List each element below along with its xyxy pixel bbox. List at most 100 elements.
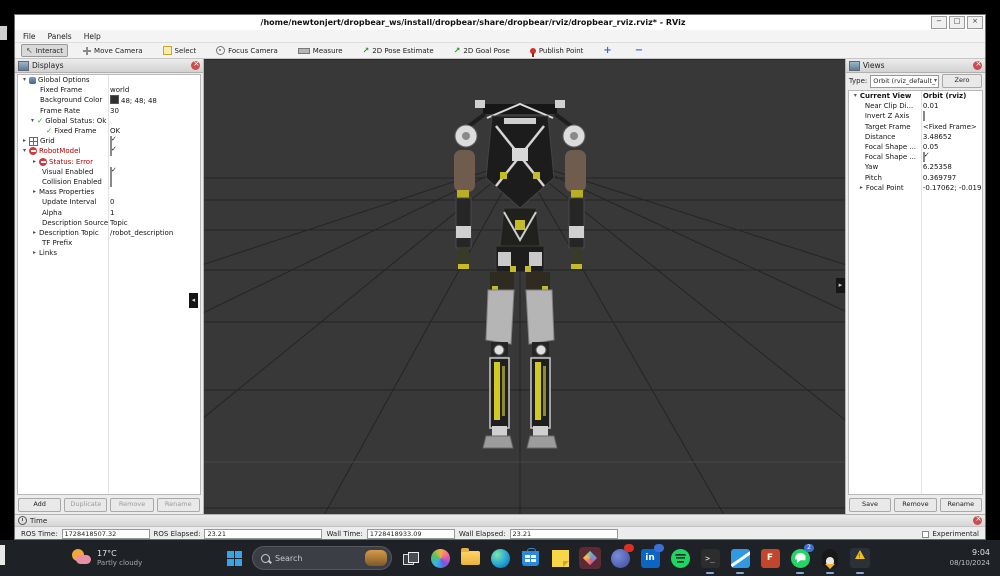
menu-panels[interactable]: Panels: [48, 32, 72, 41]
wall-time-field[interactable]: 1728418933.09: [367, 529, 455, 539]
collision-enabled-checkbox[interactable]: [110, 177, 112, 187]
expander-icon[interactable]: [857, 183, 866, 193]
add-button[interactable]: Add: [18, 498, 61, 512]
start-button[interactable]: [222, 546, 246, 570]
files-app-button[interactable]: F: [758, 546, 782, 570]
ros-time-field[interactable]: 1728418507.32: [62, 529, 150, 539]
tree-row[interactable]: Background Color48; 48; 48: [18, 95, 200, 105]
sticky-notes-button[interactable]: [548, 546, 572, 570]
views-tree[interactable]: Current ViewOrbit (rviz) Near Clip Di...…: [848, 90, 983, 495]
photos-button[interactable]: [578, 546, 602, 570]
tree-row[interactable]: Update Interval0: [18, 197, 200, 207]
tree-row-robotmodel[interactable]: RobotModel: [18, 146, 200, 156]
tree-row[interactable]: TF Prefix: [18, 238, 200, 248]
terminal-button[interactable]: >_: [698, 546, 722, 570]
invert-z-checkbox[interactable]: [923, 111, 925, 121]
tree-row[interactable]: Distance3.48652: [849, 132, 982, 142]
tree-row[interactable]: Pitch0.369797: [849, 173, 982, 183]
tree-row[interactable]: Yaw6.25358: [849, 162, 982, 172]
close-button[interactable]: ×: [967, 16, 983, 29]
collapse-left-arrow[interactable]: ◂: [189, 293, 198, 308]
save-view-button[interactable]: Save: [849, 498, 891, 512]
search-highlight-thumbnail[interactable]: [365, 550, 387, 566]
view-type-dropdown[interactable]: Orbit (rviz_default_: [870, 75, 939, 88]
experimental-toggle[interactable]: Experimental: [922, 530, 979, 538]
tree-row[interactable]: Global Status: Ok: [18, 116, 200, 126]
remove-button[interactable]: Remove: [110, 498, 153, 512]
tree-row[interactable]: Current ViewOrbit (rviz): [849, 91, 982, 101]
expander-icon[interactable]: [30, 187, 39, 197]
menu-file[interactable]: File: [23, 32, 36, 41]
duplicate-button[interactable]: Duplicate: [64, 498, 107, 512]
interact-tool-button[interactable]: Interact: [21, 44, 68, 57]
experimental-checkbox[interactable]: [922, 531, 929, 538]
zero-button[interactable]: Zero: [942, 74, 982, 88]
task-view-button[interactable]: [398, 546, 422, 570]
tree-row[interactable]: Near Clip Di...0.01: [849, 101, 982, 111]
maximize-button[interactable]: □: [949, 16, 965, 29]
publish-point-tool-button[interactable]: Publish Point: [525, 45, 589, 57]
tree-row[interactable]: Focal Point-0.17062; -0.0197...: [849, 183, 982, 193]
tree-row[interactable]: Invert Z Axis: [849, 111, 982, 121]
expander-icon[interactable]: [30, 228, 39, 238]
window-titlebar[interactable]: /home/newtonjert/dropbear_ws/install/dro…: [15, 15, 985, 31]
tree-row[interactable]: Mass Properties: [18, 187, 200, 197]
expander-icon[interactable]: [20, 136, 29, 146]
views-panel-header[interactable]: Views: [846, 59, 985, 73]
rename-button[interactable]: Rename: [157, 498, 200, 512]
tree-row-status-error[interactable]: Status: Error: [18, 157, 200, 167]
wall-elapsed-field[interactable]: 23.21: [510, 529, 618, 539]
tree-row[interactable]: Frame Rate30: [18, 106, 200, 116]
whatsapp-button[interactable]: 2: [788, 546, 812, 570]
expander-icon[interactable]: [20, 75, 29, 85]
measure-tool-button[interactable]: Measure: [293, 45, 348, 57]
store-button[interactable]: [518, 546, 542, 570]
visual-enabled-checkbox[interactable]: [110, 167, 112, 177]
displays-close-icon[interactable]: [191, 61, 200, 70]
tree-row[interactable]: Alpha1: [18, 207, 200, 217]
spotify-button[interactable]: [668, 546, 692, 570]
expander-icon[interactable]: [28, 116, 37, 126]
minimize-button[interactable]: −: [931, 16, 947, 29]
select-tool-button[interactable]: Select: [158, 44, 202, 57]
robotmodel-enabled-checkbox[interactable]: [110, 146, 112, 156]
focus-camera-tool-button[interactable]: Focus Camera: [211, 44, 283, 57]
tree-row[interactable]: Links: [18, 248, 200, 258]
tree-row[interactable]: Description Topic/robot_description: [18, 228, 200, 238]
pose-estimate-tool-button[interactable]: 2D Pose Estimate: [358, 44, 439, 57]
linkedin-button[interactable]: in: [638, 546, 662, 570]
focal-shape-fixed-checkbox[interactable]: [923, 152, 925, 162]
file-explorer-button[interactable]: [458, 546, 482, 570]
tree-row[interactable]: Focal Shape ...: [849, 152, 982, 162]
expander-icon[interactable]: [20, 146, 29, 156]
expander-icon[interactable]: [30, 157, 39, 167]
tree-row[interactable]: Visual Enabled: [18, 167, 200, 177]
weather-widget[interactable]: 17°C Partly cloudy: [72, 549, 222, 568]
ros-elapsed-field[interactable]: 23.21: [204, 529, 322, 539]
tree-row[interactable]: Description SourceTopic: [18, 218, 200, 228]
time-close-icon[interactable]: [973, 516, 982, 525]
displays-tree[interactable]: Global Options Fixed Frameworld Backgrou…: [17, 74, 201, 495]
3d-viewport[interactable]: ▸: [204, 59, 845, 515]
tree-row[interactable]: Collision Enabled: [18, 177, 200, 187]
move-camera-tool-button[interactable]: Move Camera: [78, 45, 147, 57]
tree-row[interactable]: Focal Shape ...0.05: [849, 142, 982, 152]
edge-button[interactable]: [488, 546, 512, 570]
expander-icon[interactable]: [851, 91, 860, 101]
displays-panel-header[interactable]: Displays: [15, 59, 203, 73]
remove-view-button[interactable]: Remove: [894, 498, 936, 512]
tree-row[interactable]: Fixed FrameOK: [18, 126, 200, 136]
copilot-button[interactable]: [428, 546, 452, 570]
search-bar[interactable]: Search: [252, 546, 392, 570]
goal-pose-tool-button[interactable]: 2D Goal Pose: [449, 44, 515, 57]
add-tool-button[interactable]: [598, 43, 619, 58]
taskbar-clock[interactable]: 9:04 08/10/2024: [950, 548, 990, 567]
tree-row[interactable]: Target Frame<Fixed Frame>: [849, 122, 982, 132]
teams-button[interactable]: [608, 546, 632, 570]
menu-help[interactable]: Help: [84, 32, 101, 41]
tree-row[interactable]: Fixed Frameworld: [18, 85, 200, 95]
vscode-button[interactable]: [728, 546, 752, 570]
tree-row[interactable]: Global Options: [18, 75, 200, 85]
views-close-icon[interactable]: [973, 61, 982, 70]
remove-tool-button[interactable]: [630, 43, 651, 58]
